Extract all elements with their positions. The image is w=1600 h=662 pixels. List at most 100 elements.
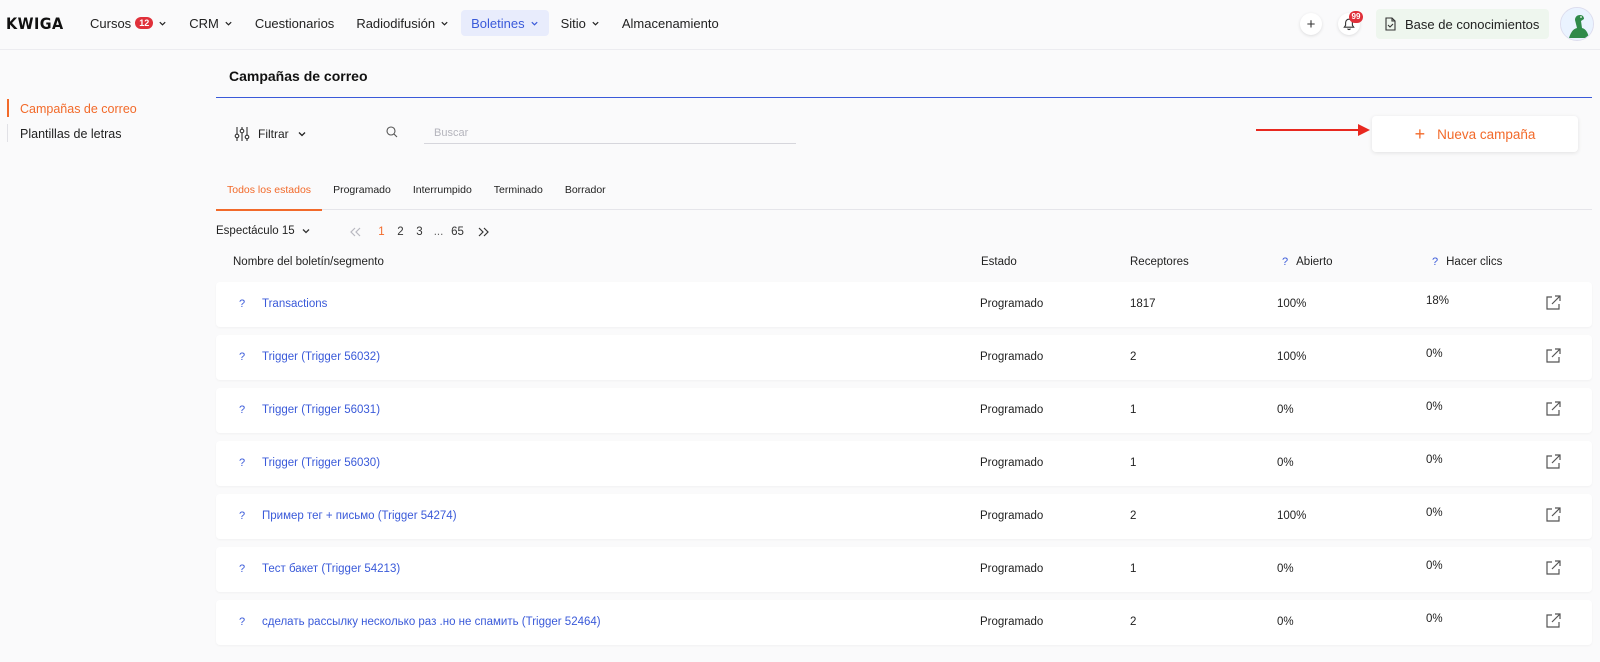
header-status[interactable]: Estado bbox=[981, 256, 1017, 268]
pagination: 1 2 3... 65 bbox=[344, 224, 495, 240]
header-recipients[interactable]: Receptores bbox=[1130, 256, 1189, 268]
page-button[interactable]: 65 bbox=[448, 224, 467, 240]
opened-cell: 0% bbox=[1277, 563, 1294, 575]
knowledge-base-label: Base de conocimientos bbox=[1405, 16, 1540, 32]
open-external-icon[interactable] bbox=[1544, 294, 1562, 312]
chevron-down-icon bbox=[592, 21, 599, 26]
tab-1[interactable]: Programado bbox=[322, 180, 402, 210]
status-cell: Programado bbox=[980, 404, 1044, 416]
nav-item-label: Sitio bbox=[560, 15, 586, 31]
open-external-icon[interactable] bbox=[1544, 559, 1562, 577]
page-button[interactable]: 2 bbox=[391, 224, 410, 240]
help-icon[interactable]: ? bbox=[1432, 256, 1438, 268]
clicks-cell: 0% bbox=[1426, 507, 1443, 519]
help-icon[interactable]: ? bbox=[239, 457, 245, 469]
recipients-cell: 1817 bbox=[1130, 298, 1156, 310]
sidebar-item-email-campaigns[interactable]: Campañas de correo bbox=[0, 98, 200, 123]
clicks-cell: 0% bbox=[1426, 613, 1443, 625]
help-icon[interactable]: ? bbox=[239, 563, 245, 575]
open-external-icon[interactable] bbox=[1544, 612, 1562, 630]
nav-item-cursos[interactable]: Cursos 12 bbox=[80, 10, 177, 36]
page-title: Campañas de correo bbox=[229, 68, 368, 84]
opened-cell: 100% bbox=[1277, 298, 1307, 310]
header-opened[interactable]: ? Abierto bbox=[1282, 256, 1333, 268]
table-row[interactable]: ? Пример тег + письмо (Trigger 54274) Prog… bbox=[216, 494, 1592, 539]
chevron-down-icon bbox=[225, 21, 232, 26]
status-cell: Programado bbox=[980, 298, 1044, 310]
tab-2[interactable]: Interrumpido bbox=[402, 180, 483, 210]
avatar[interactable] bbox=[1560, 7, 1594, 41]
new-campaign-button[interactable]: + Nueva campaña bbox=[1372, 116, 1578, 152]
search-icon[interactable] bbox=[386, 126, 398, 138]
nav-item-label: Boletines bbox=[471, 15, 525, 31]
logo[interactable]: KWIGA bbox=[6, 14, 64, 33]
nav-item-radiodifusi-n[interactable]: Radiodifusión bbox=[346, 10, 459, 36]
sidebar-item-letter-templates[interactable]: Plantillas de letras bbox=[0, 123, 200, 148]
help-icon[interactable]: ? bbox=[239, 510, 245, 522]
campaign-name-link[interactable]: Пример тег + письмо (Trigger 54274) bbox=[262, 510, 457, 522]
search-input[interactable] bbox=[424, 122, 796, 144]
pagination-ellipsis: ... bbox=[433, 226, 444, 238]
clicks-cell: 0% bbox=[1426, 560, 1443, 572]
nav-item-sitio[interactable]: Sitio bbox=[551, 10, 610, 36]
help-icon[interactable]: ? bbox=[239, 298, 245, 310]
clicks-cell: 18% bbox=[1426, 295, 1450, 307]
top-navigation-bar: KWIGA Cursos 12 CRM Cuestionarios Radiodifus… bbox=[0, 0, 1600, 50]
header-name[interactable]: Nombre del boletín/segmento bbox=[233, 256, 384, 268]
campaign-name-link[interactable]: Transactions bbox=[262, 298, 327, 310]
first-page-button[interactable] bbox=[344, 224, 366, 240]
opened-cell: 0% bbox=[1277, 404, 1294, 416]
table-row[interactable]: ? Transactions Programado 1817 100% 18% bbox=[216, 282, 1592, 327]
nav-item-cuestionarios[interactable]: Cuestionarios bbox=[245, 10, 345, 36]
help-icon[interactable]: ? bbox=[1282, 256, 1288, 268]
page-button[interactable]: 3 bbox=[410, 224, 429, 240]
table-row[interactable]: ? Тест бакет (Trigger 54213) Programado 1 0%… bbox=[216, 547, 1592, 592]
nav-item-label: CRM bbox=[189, 15, 219, 31]
filter-button[interactable]: Filtrar bbox=[234, 126, 307, 142]
campaign-name-link[interactable]: сделать рассылку несколько раз .но не сп… bbox=[262, 616, 601, 628]
help-icon[interactable]: ? bbox=[239, 351, 245, 363]
sliders-icon bbox=[234, 127, 250, 141]
help-icon[interactable]: ? bbox=[239, 404, 245, 416]
chevron-down-icon bbox=[441, 21, 448, 26]
nav-item-boletines[interactable]: Boletines bbox=[461, 10, 549, 36]
open-external-icon[interactable] bbox=[1544, 453, 1562, 471]
tab-0[interactable]: Todos los estados bbox=[216, 180, 323, 211]
arrow-annotation bbox=[1256, 124, 1370, 136]
knowledge-base-button[interactable]: Base de conocimientos bbox=[1376, 9, 1550, 39]
last-page-button[interactable] bbox=[473, 224, 495, 240]
open-external-icon[interactable] bbox=[1544, 347, 1562, 365]
help-icon[interactable]: ? bbox=[239, 616, 245, 628]
dinosaur-icon bbox=[1561, 8, 1593, 40]
header-clicks[interactable]: ? Hacer clics bbox=[1432, 256, 1502, 268]
recipients-cell: 2 bbox=[1130, 510, 1137, 522]
opened-cell: 100% bbox=[1277, 510, 1307, 522]
document-icon bbox=[1385, 17, 1396, 31]
sidebar: Campañas de correo Plantillas de letras bbox=[0, 98, 200, 148]
campaign-name-link[interactable]: Тест бакет (Trigger 54213) bbox=[262, 563, 400, 575]
campaign-name-link[interactable]: Trigger (Trigger 56032) bbox=[262, 351, 380, 363]
opened-cell: 0% bbox=[1277, 616, 1294, 628]
campaign-name-link[interactable]: Trigger (Trigger 56030) bbox=[262, 457, 380, 469]
header-opened-label: Abierto bbox=[1296, 256, 1333, 268]
per-page-select[interactable]: Espectáculo 15 bbox=[216, 225, 311, 237]
table-row[interactable]: ? Trigger (Trigger 56030) Programado 1 0% 0% bbox=[216, 441, 1592, 486]
campaign-name-link[interactable]: Trigger (Trigger 56031) bbox=[262, 404, 380, 416]
nav-badge: 12 bbox=[135, 17, 154, 29]
per-page-label: Espectáculo 15 bbox=[216, 225, 295, 237]
page-button[interactable]: 1 bbox=[372, 224, 391, 240]
table-row[interactable]: ? сделать рассылку несколько раз .но не с… bbox=[216, 600, 1592, 645]
nav-item-crm[interactable]: CRM bbox=[179, 10, 243, 36]
tab-4[interactable]: Borrador bbox=[554, 180, 617, 210]
sidebar-guide-line bbox=[7, 124, 8, 142]
add-button[interactable]: + bbox=[1300, 13, 1322, 35]
open-external-icon[interactable] bbox=[1544, 506, 1562, 524]
table-row[interactable]: ? Trigger (Trigger 56031) Programado 1 0% 0% bbox=[216, 388, 1592, 433]
nav-item-almacenamiento[interactable]: Almacenamiento bbox=[612, 10, 729, 36]
open-external-icon[interactable] bbox=[1544, 400, 1562, 418]
table-row[interactable]: ? Trigger (Trigger 56032) Programado 2 100% 0… bbox=[216, 335, 1592, 380]
recipients-cell: 1 bbox=[1130, 457, 1137, 469]
clicks-cell: 0% bbox=[1426, 454, 1443, 466]
sidebar-item-label: Plantillas de letras bbox=[20, 127, 122, 141]
tab-3[interactable]: Terminado bbox=[483, 180, 554, 210]
